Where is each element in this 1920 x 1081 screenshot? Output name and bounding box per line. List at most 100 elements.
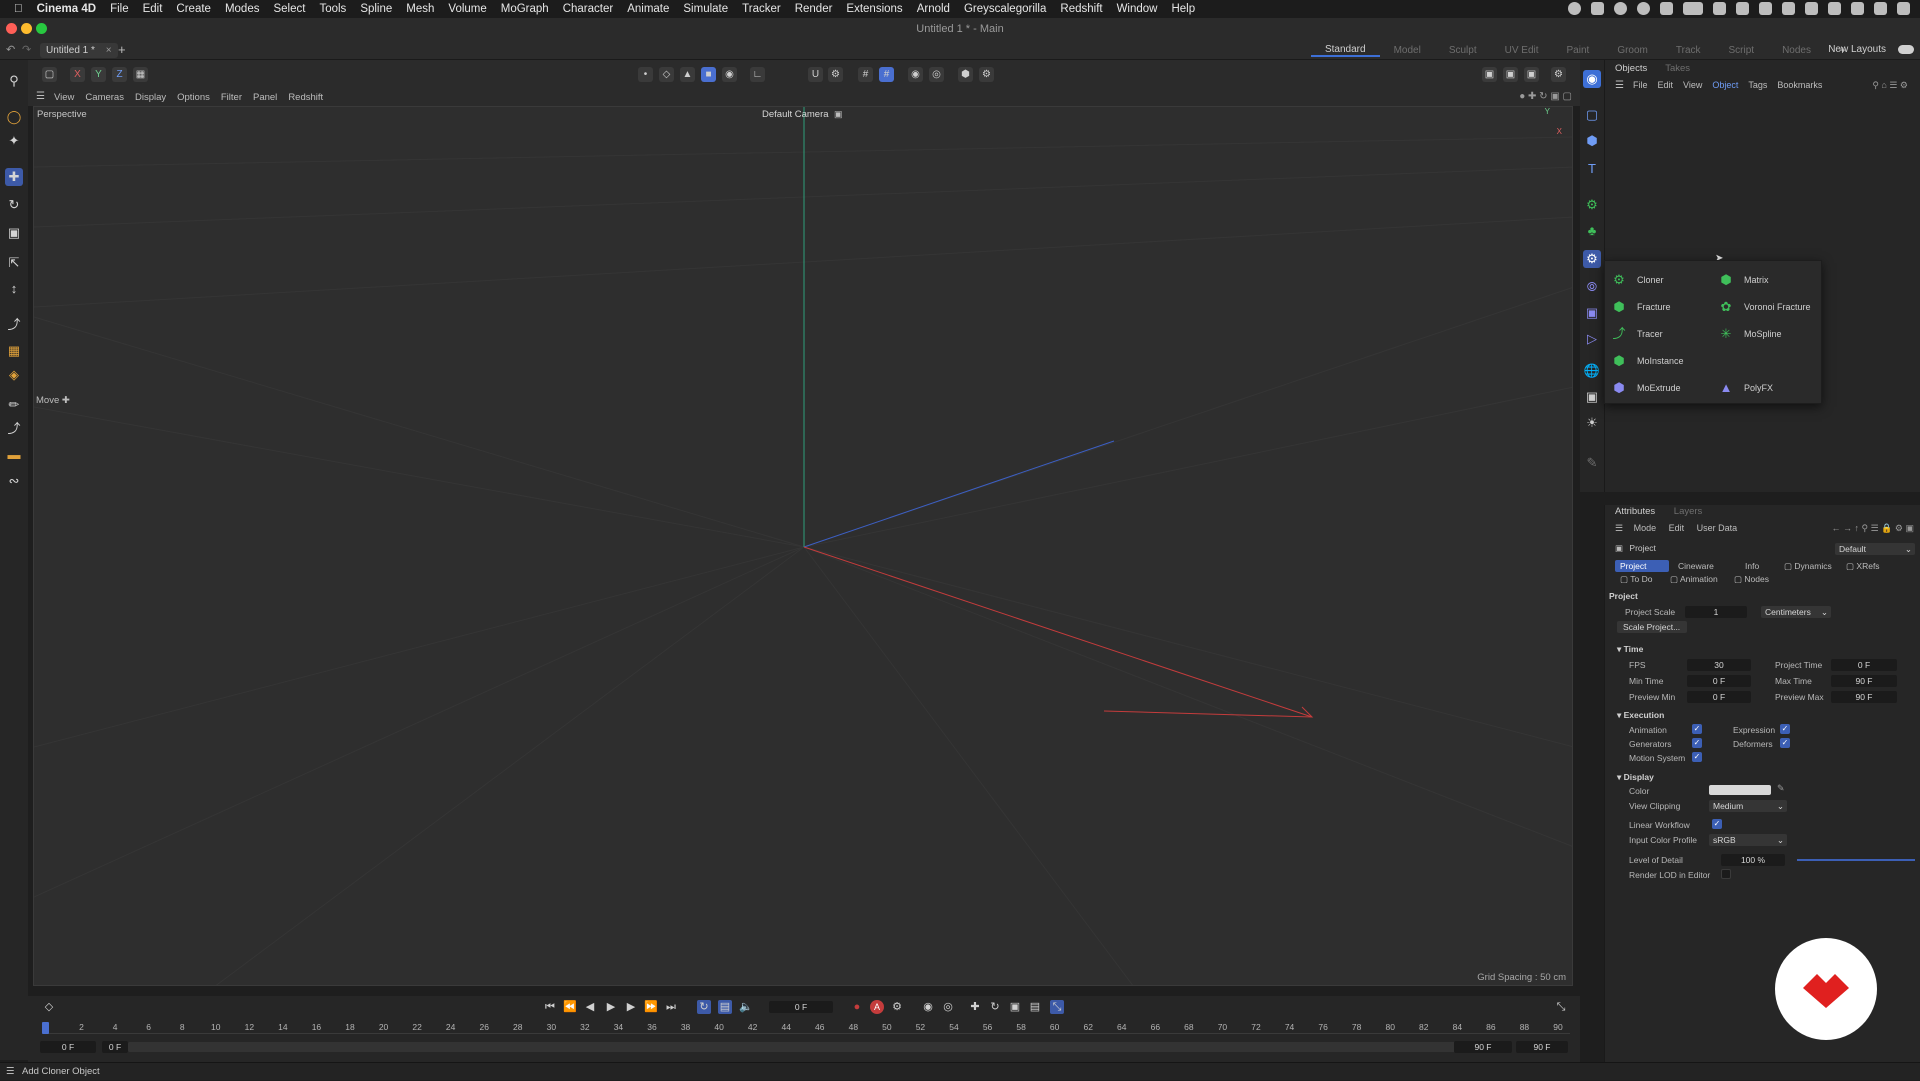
bluetooth-icon[interactable] bbox=[1828, 2, 1841, 15]
app-menu[interactable]: Cinema 4D bbox=[30, 3, 103, 15]
x-axis-lock-button[interactable]: X bbox=[70, 67, 85, 82]
lock-icon[interactable] bbox=[1736, 2, 1749, 15]
snap-magnet-icon[interactable]: U bbox=[808, 67, 823, 82]
keyframe-diamond-icon[interactable]: ◇ bbox=[42, 1000, 56, 1014]
render-picture-viewer-icon[interactable]: ▣ bbox=[1503, 67, 1518, 82]
objects-menu-tags[interactable]: Tags bbox=[1748, 80, 1767, 90]
viewport-menu-options[interactable]: Options bbox=[177, 92, 210, 103]
viewport-menu-cameras[interactable]: Cameras bbox=[85, 92, 124, 103]
previous-key-icon[interactable]: ⏪ bbox=[563, 1000, 577, 1014]
autokey-icon[interactable]: A bbox=[870, 1000, 884, 1014]
subtab-xrefs[interactable]: ▢ XRefs bbox=[1841, 560, 1885, 572]
measure-icon[interactable]: ▬ bbox=[5, 446, 23, 464]
magnet-icon[interactable]: ⤴ bbox=[5, 420, 23, 438]
box-icon[interactable] bbox=[1683, 2, 1703, 15]
playhead-marker[interactable] bbox=[42, 1022, 49, 1034]
level-of-detail-slider[interactable] bbox=[1797, 859, 1915, 861]
attributes-menu-user-data[interactable]: User Data bbox=[1697, 523, 1738, 533]
viewport-menu-view[interactable]: View bbox=[54, 92, 74, 103]
viewport-projection-label[interactable]: Perspective bbox=[37, 109, 87, 120]
project-time-input[interactable]: 0 F bbox=[1831, 659, 1897, 671]
layout-tab-track[interactable]: Track bbox=[1662, 45, 1715, 56]
volume-icon[interactable] bbox=[1805, 2, 1818, 15]
range-start-b[interactable]: 0 F bbox=[102, 1041, 128, 1053]
plane-icon[interactable]: ▢ bbox=[1583, 106, 1601, 124]
motion-system-checkbox[interactable]: ✓ bbox=[1692, 752, 1702, 762]
viewport-nav-icons[interactable]: ● ✚ ↻ ▣ ▢ bbox=[1519, 91, 1572, 102]
go-to-start-icon[interactable]: ⏮ bbox=[543, 1000, 557, 1014]
layout-tab-sculpt[interactable]: Sculpt bbox=[1435, 45, 1491, 56]
next-frame-icon[interactable]: ▶ bbox=[624, 1000, 638, 1014]
tab-attributes[interactable]: Attributes bbox=[1615, 506, 1655, 517]
layout-tab-script[interactable]: Script bbox=[1715, 45, 1769, 56]
attributes-hamburger-icon[interactable]: ☰ bbox=[1615, 523, 1623, 533]
transfer-icon[interactable]: ⇱ bbox=[5, 254, 23, 272]
layout-tab-standard[interactable]: Standard bbox=[1310, 44, 1380, 57]
menu-animate[interactable]: Animate bbox=[620, 3, 676, 15]
popup-item-moextrude[interactable]: ⬢ MoExtrude bbox=[1611, 379, 1680, 397]
objects-hamburger-icon[interactable]: ☰ bbox=[1615, 80, 1624, 91]
menu-create[interactable]: Create bbox=[169, 3, 218, 15]
deformers-checkbox[interactable]: ✓ bbox=[1780, 738, 1790, 748]
dropbox-icon[interactable] bbox=[1591, 2, 1604, 15]
model-mode-icon[interactable]: ■ bbox=[701, 67, 716, 82]
apple-icon[interactable]:  bbox=[0, 3, 30, 15]
scale-tool-icon[interactable]: ▣ bbox=[5, 224, 23, 242]
brush-icon[interactable]: ✏ bbox=[5, 396, 23, 414]
objects-search-icon[interactable]: ⚲ ⌂ ☰ ⚙ bbox=[1872, 80, 1908, 91]
move-tool-icon[interactable]: ✚ bbox=[5, 168, 23, 186]
search-icon[interactable]: ⚲ bbox=[5, 72, 23, 90]
viewport-camera-label[interactable]: Default Camera bbox=[762, 109, 829, 120]
layout-tab-uv-edit[interactable]: UV Edit bbox=[1491, 45, 1553, 56]
sound-icon[interactable]: 🔈 bbox=[739, 1000, 753, 1014]
timeline-expand-icon[interactable]: ⤡ bbox=[1554, 1000, 1568, 1014]
camera-lock-icon[interactable]: ▣ bbox=[834, 109, 843, 120]
render-queue-icon[interactable]: ▣ bbox=[1524, 67, 1539, 82]
z-axis-lock-button[interactable]: Z bbox=[112, 67, 127, 82]
range-end-a[interactable]: 90 F bbox=[1454, 1041, 1512, 1053]
popup-item-polyfx[interactable]: ▲ PolyFX bbox=[1718, 379, 1773, 397]
mograph-icon[interactable]: ♣ bbox=[1583, 222, 1601, 240]
attributes-nav-icons[interactable]: ← → ↑ ⚲ ☰ 🔒 ⚙ ▣ bbox=[1832, 523, 1914, 534]
key-rotation-icon[interactable]: ◎ bbox=[941, 1000, 955, 1014]
objects-menu-view[interactable]: View bbox=[1683, 80, 1702, 90]
objects-menu-bookmarks[interactable]: Bookmarks bbox=[1777, 80, 1822, 90]
viewport-menu-display[interactable]: Display bbox=[135, 92, 166, 103]
menu-redshift[interactable]: Redshift bbox=[1053, 3, 1109, 15]
layout-tab-nodes[interactable]: Nodes bbox=[1768, 45, 1825, 56]
points-mode-icon[interactable]: • bbox=[638, 67, 653, 82]
settings-icon[interactable] bbox=[1782, 2, 1795, 15]
attributes-menu-mode[interactable]: Mode bbox=[1634, 523, 1657, 533]
record-keys-icon[interactable]: ● bbox=[850, 1000, 864, 1014]
close-tab-icon[interactable]: × bbox=[106, 45, 112, 56]
menu-greyscalegorilla[interactable]: Greyscalegorilla bbox=[957, 3, 1053, 15]
section-display[interactable]: ▾ Display bbox=[1617, 772, 1654, 783]
zoom-window-button[interactable] bbox=[36, 23, 47, 34]
next-key-icon[interactable]: ⏩ bbox=[644, 1000, 658, 1014]
material-icon[interactable]: ⬢ bbox=[958, 67, 973, 82]
rotate-tool-icon[interactable]: ↻ bbox=[5, 196, 23, 214]
spotlight-icon[interactable] bbox=[1874, 2, 1887, 15]
menu-extensions[interactable]: Extensions bbox=[839, 3, 909, 15]
menu-select[interactable]: Select bbox=[266, 3, 312, 15]
popup-item-tracer[interactable]: ⤴ Tracer bbox=[1611, 325, 1662, 343]
bevel-icon[interactable]: ◈ bbox=[5, 366, 23, 384]
viewport-menu-redshift[interactable]: Redshift bbox=[288, 92, 323, 103]
edges-mode-icon[interactable]: ◇ bbox=[659, 67, 674, 82]
popup-item-cloner[interactable]: ⚙ Cloner bbox=[1611, 271, 1663, 289]
key-position-icon[interactable]: ◉ bbox=[921, 1000, 935, 1014]
menu-help[interactable]: Help bbox=[1164, 3, 1202, 15]
menu-modes[interactable]: Modes bbox=[218, 3, 267, 15]
objects-menu-file[interactable]: File bbox=[1633, 80, 1648, 90]
deformer-icon[interactable]: ⦾ bbox=[1583, 278, 1601, 296]
popup-item-mospline[interactable]: ✳ MoSpline bbox=[1718, 325, 1782, 343]
text-icon[interactable]: T bbox=[1583, 160, 1601, 178]
screen-icon[interactable] bbox=[1713, 2, 1726, 15]
key-move-icon[interactable]: ✚ bbox=[968, 1000, 982, 1014]
tweak-icon[interactable]: ✦ bbox=[5, 132, 23, 150]
project-scale-unit-dropdown[interactable]: Centimeters ⌄ bbox=[1761, 606, 1831, 618]
popup-item-matrix[interactable]: ⬢ Matrix bbox=[1718, 271, 1768, 289]
viewport-menu-panel[interactable]: Panel bbox=[253, 92, 277, 103]
menu-window[interactable]: Window bbox=[1110, 3, 1165, 15]
color-swatch[interactable] bbox=[1709, 785, 1771, 795]
